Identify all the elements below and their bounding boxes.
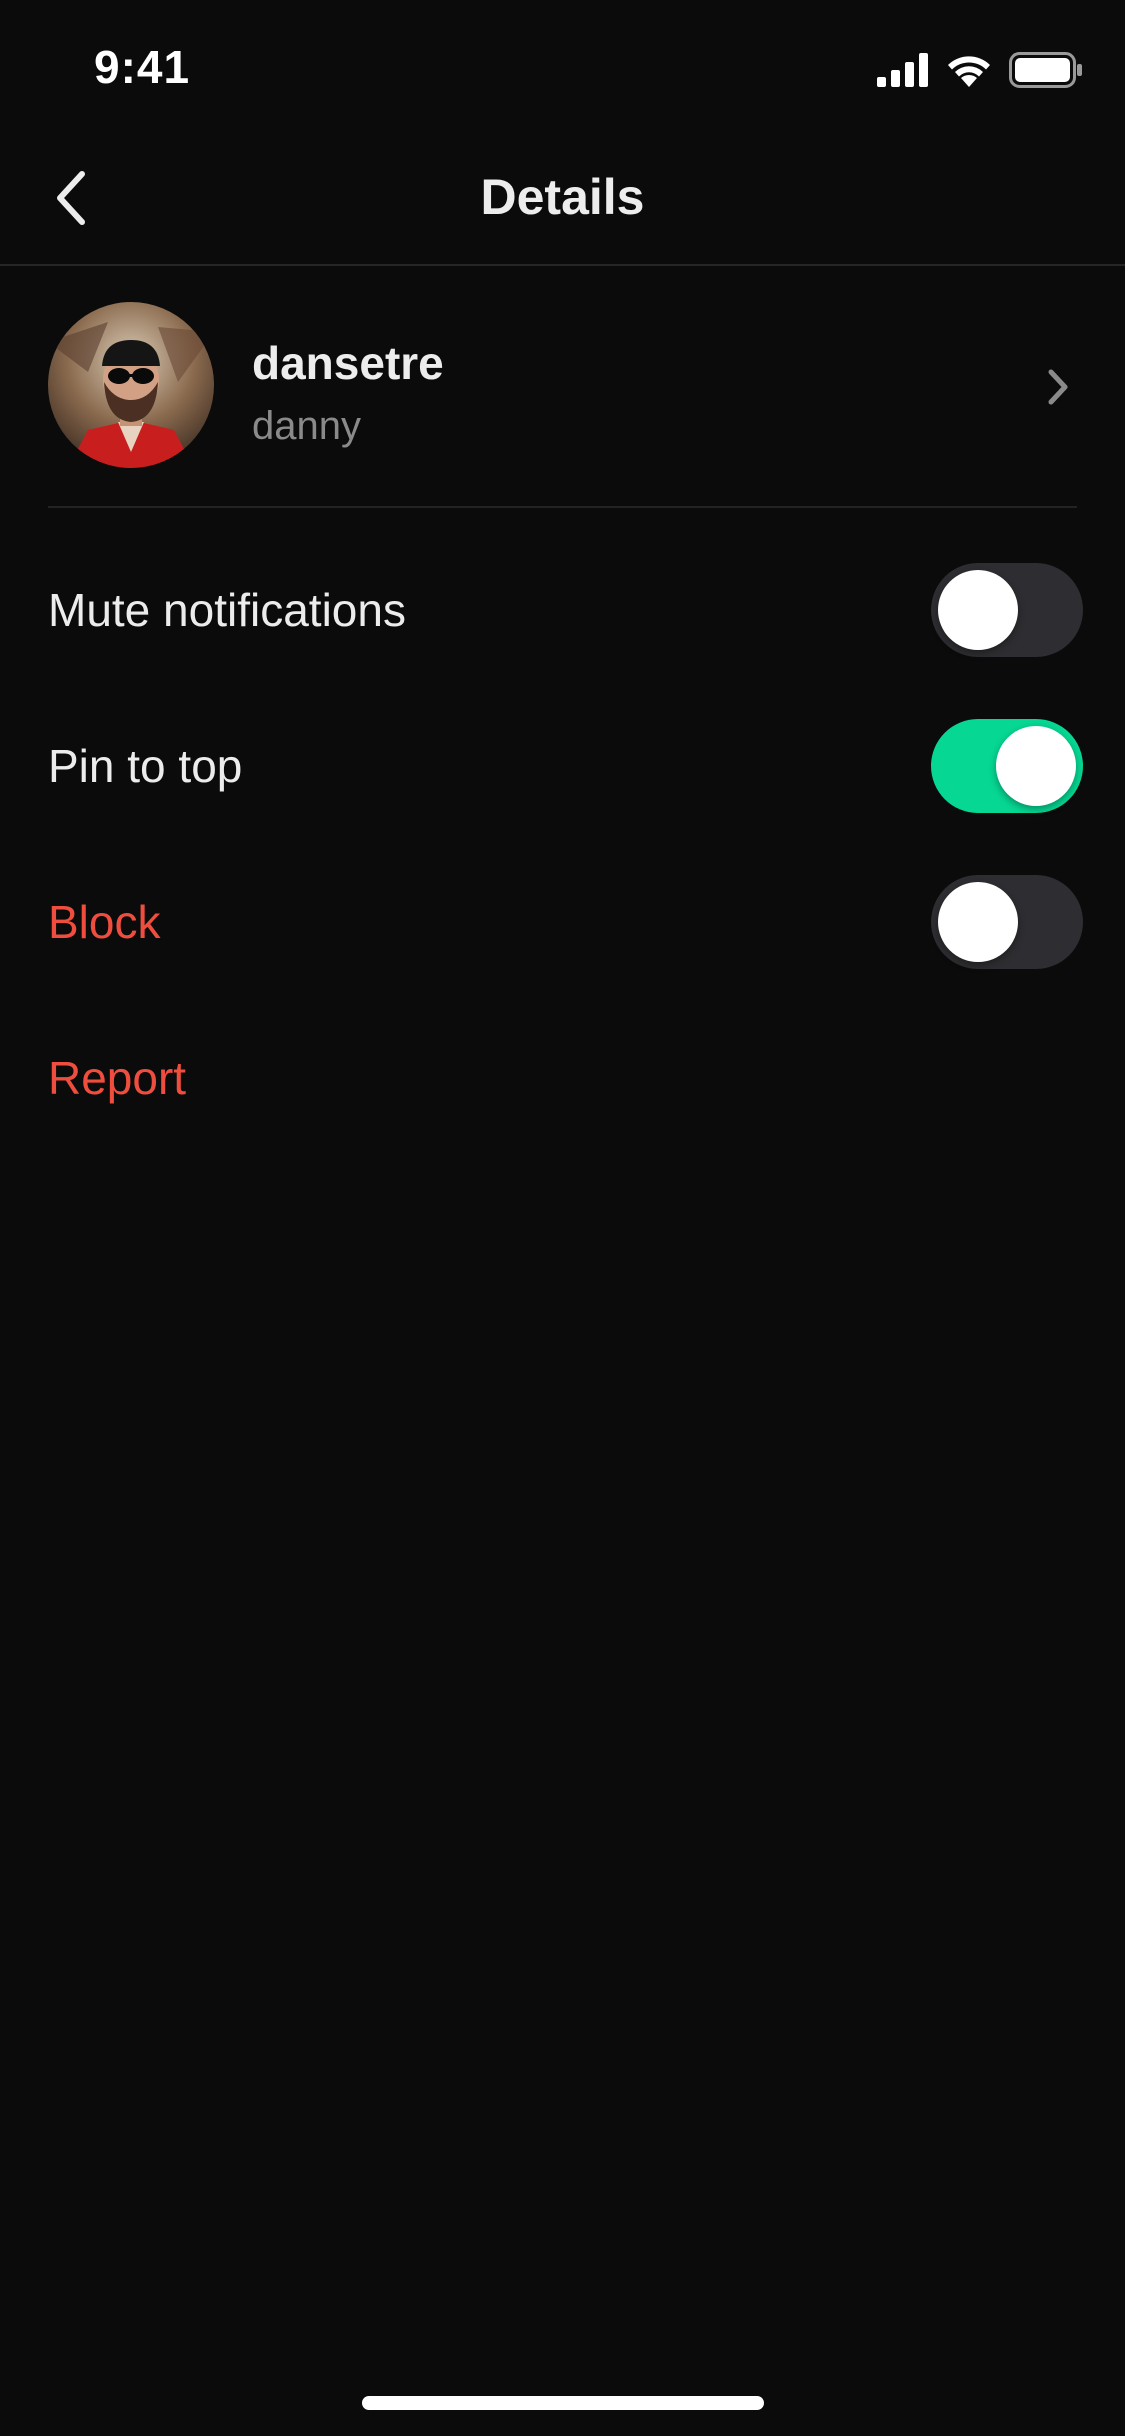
chevron-right-icon — [1048, 369, 1068, 405]
avatar-image — [48, 302, 214, 468]
status-bar: 9:41 — [0, 0, 1125, 132]
setting-row-mute-notifications: Mute notifications — [48, 532, 1083, 688]
pin-to-top-toggle[interactable] — [931, 719, 1083, 813]
report-label: Report — [48, 1052, 187, 1104]
profile-display-name: danny — [252, 404, 361, 448]
toggle-knob — [996, 726, 1076, 806]
avatar[interactable] — [48, 302, 214, 468]
mute-notifications-label: Mute notifications — [48, 584, 406, 636]
mute-notifications-toggle[interactable] — [931, 563, 1083, 657]
setting-row-block: Block — [48, 844, 1083, 1000]
report-button[interactable]: Report — [48, 1000, 1083, 1156]
toggle-knob — [938, 570, 1018, 650]
profile-row[interactable]: dansetre danny — [48, 266, 1077, 508]
battery-icon — [1009, 52, 1082, 88]
signal-icon — [877, 53, 928, 87]
home-indicator[interactable] — [362, 2396, 764, 2410]
page-title: Details — [480, 169, 645, 225]
pin-to-top-label: Pin to top — [48, 740, 243, 792]
status-icons — [877, 50, 1083, 90]
block-label: Block — [48, 896, 161, 948]
profile-username: dansetre — [252, 337, 444, 389]
status-time: 9:41 — [94, 41, 191, 93]
toggle-knob — [938, 882, 1018, 962]
block-toggle[interactable] — [931, 875, 1083, 969]
nav-bar: Details — [0, 132, 1125, 266]
setting-row-pin-to-top: Pin to top — [48, 688, 1083, 844]
wifi-icon — [948, 56, 990, 87]
